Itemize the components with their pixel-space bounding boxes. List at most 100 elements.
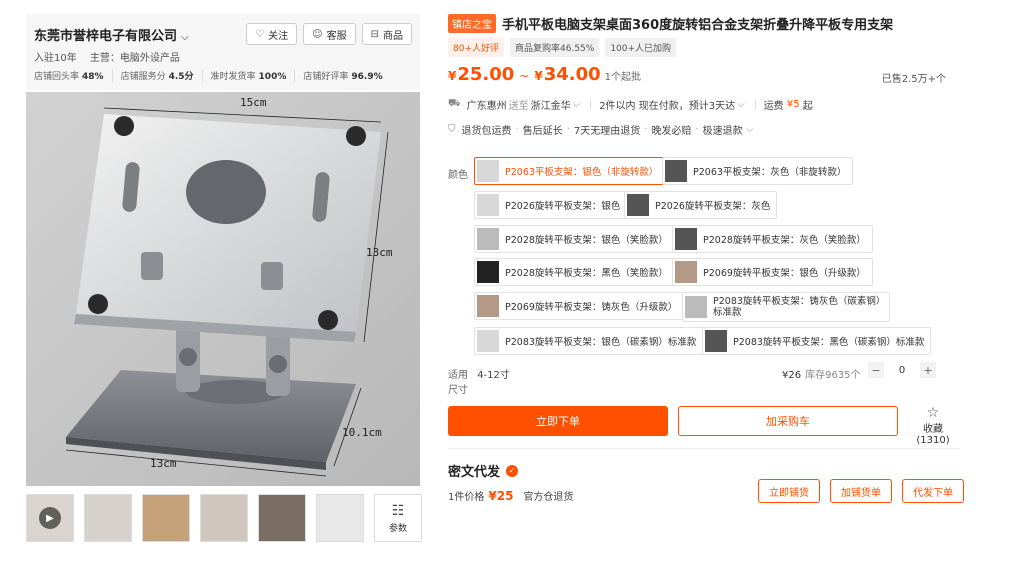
dimension-base-depth-label: 10.1cm xyxy=(342,426,382,439)
swatch-image xyxy=(477,295,499,317)
params-button[interactable]: ☷ 参数 xyxy=(374,494,422,542)
chevron-down-icon[interactable]: ⌵ xyxy=(746,124,754,135)
stock-count: 库存9635个 xyxy=(805,370,861,381)
divider xyxy=(590,99,592,110)
color-option[interactable]: P2069旋转平板支架：银色（升级款） xyxy=(672,258,873,286)
dropship-order-button[interactable]: 代发下单 xyxy=(902,479,964,503)
stat-label: 店铺服务分 xyxy=(120,72,166,82)
option-label: P2069旋转平板支架：银色（升级款） xyxy=(703,268,866,279)
currency-symbol: ¥ xyxy=(534,69,543,83)
dropship-buttons: 立即铺货 加铺货单 代发下单 xyxy=(758,479,964,503)
dropship-title: 密文代发 ✓ xyxy=(448,461,519,480)
size-label-2: 尺寸 xyxy=(448,385,468,396)
thumbnail-4[interactable] xyxy=(200,494,248,542)
delivery-estimate[interactable]: 2件以内 现在付款，预计3天达 xyxy=(599,97,735,112)
color-option[interactable]: P2028旋转平板支架：银色（笑脸款） xyxy=(474,225,675,253)
stat-service-score: 店铺服务分 4.5分 xyxy=(121,69,203,82)
color-option[interactable]: P2083旋转平板支架：银色（碳素钢）标准款 xyxy=(474,327,704,355)
stock-info: ¥26 库存9635个 xyxy=(782,366,861,381)
service-label: 客服 xyxy=(326,30,347,42)
color-option[interactable]: P2026旋转平板支架：灰色 xyxy=(624,191,778,219)
distribute-now-button[interactable]: 立即铺货 xyxy=(758,479,820,503)
divider xyxy=(754,99,756,110)
shop-name[interactable]: 东莞市誉梓电子有限公司 ⌵ xyxy=(34,25,189,44)
option-label: P2028旋转平板支架：黑色（笑脸款） xyxy=(505,268,668,279)
thumbnail-video[interactable]: ▶ xyxy=(26,494,74,542)
stat-value: 100% xyxy=(258,72,287,82)
color-option[interactable]: P2069旋转平板支架：铸灰色（升级款） xyxy=(474,292,685,320)
thumbnail-2[interactable] xyxy=(84,494,132,542)
color-option[interactable]: P2028旋转平板支架：黑色（笑脸款） xyxy=(474,258,675,286)
dot-separator: · xyxy=(695,124,699,135)
service-row[interactable]: ⛉ 退货包运费 · 售后延长 · 7天无理由退货 · 晚发必赔 · 极速退款 ⌵ xyxy=(448,122,753,137)
increment-button[interactable]: + xyxy=(920,362,936,378)
star-icon: ☆ xyxy=(926,405,940,421)
play-icon[interactable]: ▶ xyxy=(39,507,61,529)
shop-name-text[interactable]: 东莞市誉梓电子有限公司 xyxy=(34,29,177,44)
favorite-count: 收藏 (1310) xyxy=(916,424,950,446)
quantity-input[interactable]: 0 xyxy=(884,365,920,376)
color-option[interactable]: P2063平板支架：灰色（非旋转款） xyxy=(662,157,854,185)
goods-button[interactable]: ⊟ 商品 xyxy=(361,23,412,45)
product-title: 手机平板电脑支架桌面360度旋转铝合金支架折叠升降平板专用支架 xyxy=(502,18,894,33)
swatch-image xyxy=(477,228,499,250)
dropship-title-text: 密文代发 xyxy=(448,465,501,480)
color-option[interactable]: P2026旋转平板支架：银色 xyxy=(474,191,628,219)
service-item: 退货包运费 xyxy=(461,126,512,137)
follow-button[interactable]: ♡ 关注 xyxy=(246,23,298,45)
option-label: P2069旋转平板支架：铸灰色（升级款） xyxy=(505,302,678,313)
service-button[interactable]: ☺ 客服 xyxy=(303,23,356,45)
shipping-row: ⛟ 广东惠州 送至 浙江金华 ⌵ 2件以内 现在付款，预计3天达 ⌵ 运费 ¥5 起 xyxy=(448,97,813,112)
buy-now-button[interactable]: 立即下单 xyxy=(448,406,668,436)
shop-buttons: ♡ 关注 ☺ 客服 ⊟ 商品 xyxy=(246,23,412,45)
swatch-image xyxy=(477,330,499,352)
swatch-image xyxy=(675,261,697,283)
color-option[interactable]: P2083旋转平板支架：黑色（碳素钢）标准款 xyxy=(702,327,932,355)
color-option[interactable]: P2083旋转平板支架：铸灰色（碳素钢）标准款 xyxy=(682,292,890,322)
shop-main-business: 主营：电脑外设产品 xyxy=(89,53,180,64)
chevron-down-icon[interactable]: ⌵ xyxy=(573,99,581,110)
currency-symbol: ¥ xyxy=(448,69,457,83)
swatch-image xyxy=(705,330,727,352)
tag-added-cart: 100+人已加购 xyxy=(605,38,677,57)
product-tags: 80+人好评 商品复购率46.55% 100+人已加购 xyxy=(448,38,677,57)
shipping-fee: ¥5 xyxy=(786,99,800,110)
shop-years: 入驻10年 xyxy=(34,53,77,64)
add-distribution-button[interactable]: 加铺货单 xyxy=(830,479,892,503)
color-label: 颜色 xyxy=(448,170,468,181)
main-product-image[interactable]: 15cm 13cm 13cm 10.1cm xyxy=(26,92,420,486)
tag-reviews[interactable]: 80+人好评 xyxy=(448,38,504,57)
section-divider xyxy=(448,448,960,449)
store-badge: 镇店之宝 xyxy=(448,14,496,33)
params-icon: ☷ xyxy=(391,502,405,519)
chevron-down-icon[interactable]: ⌵ xyxy=(737,99,745,110)
decrement-button[interactable]: − xyxy=(868,362,884,378)
chevron-down-icon[interactable]: ⌵ xyxy=(181,32,189,43)
stat-label: 准时发货率 xyxy=(210,72,256,82)
thumbnail-6[interactable] xyxy=(316,494,364,542)
dot-separator: · xyxy=(644,124,648,135)
price-range-separator: ~ xyxy=(519,69,530,83)
option-label: P2026旋转平板支架：灰色 xyxy=(655,201,771,212)
stat-return-rate: 店铺回头率 48% xyxy=(34,69,113,82)
ship-to-selector[interactable]: 浙江金华 xyxy=(531,97,571,112)
shipping-fee-label: 运费 xyxy=(763,101,784,112)
option-label: P2026旋转平板支架：银色 xyxy=(505,201,621,212)
option-label: P2028旋转平板支架：银色（笑脸款） xyxy=(505,235,668,246)
size-label: 适用 xyxy=(448,370,468,381)
add-to-cart-button[interactable]: 加采购车 xyxy=(678,406,898,436)
option-label: P2063平板支架：银色（非旋转款） xyxy=(505,167,659,178)
product-info-panel: 镇店之宝 手机平板电脑支架桌面360度旋转铝合金支架折叠升降平板专用支架 80+… xyxy=(448,0,1008,574)
favorite-button[interactable]: ☆ 收藏 (1310) xyxy=(906,406,960,446)
color-option[interactable]: P2028旋转平板支架：灰色（笑脸款） xyxy=(672,225,873,253)
shop-header: 东莞市誉梓电子有限公司 ⌵ ♡ 关注 ☺ 客服 ⊟ 商品 入驻10年 主营：电脑外设产品… xyxy=(26,14,420,90)
color-option[interactable]: P2063平板支架：银色（非旋转款） xyxy=(474,157,666,185)
stat-label: 店铺回头率 xyxy=(34,72,80,82)
sku-price: ¥26 xyxy=(782,370,802,381)
thumbnail-5[interactable] xyxy=(258,494,306,542)
stat-value: 48% xyxy=(82,72,104,82)
stat-ontime-rate: 准时发货率 100% xyxy=(211,69,296,82)
thumbnail-3[interactable] xyxy=(142,494,190,542)
params-label: 参数 xyxy=(388,523,407,534)
stat-praise-rate: 店铺好评率 96.9% xyxy=(303,69,390,82)
